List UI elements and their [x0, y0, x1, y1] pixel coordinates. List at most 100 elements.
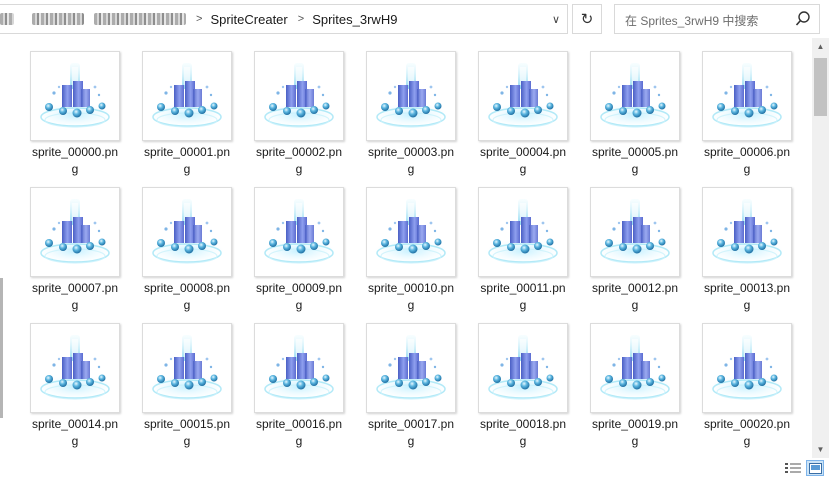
- file-name: sprite_00008.pn g: [136, 280, 238, 314]
- large-icons-view-icon[interactable]: [806, 460, 824, 476]
- file-name-line: g: [407, 298, 415, 312]
- file-name: sprite_00014.pn g: [24, 416, 126, 450]
- redacted-path-segment: [0, 13, 14, 25]
- file-name-line: sprite_00020.pn: [703, 417, 791, 431]
- details-view-icon[interactable]: [784, 460, 802, 476]
- refresh-icon[interactable]: ↻: [572, 4, 602, 34]
- chevron-down-icon[interactable]: ∨: [544, 4, 568, 34]
- file-thumbnail[interactable]: [30, 187, 120, 277]
- file-item[interactable]: sprite_00004.pn g: [472, 47, 584, 183]
- file-item[interactable]: sprite_00017.pn g: [360, 319, 472, 455]
- file-item[interactable]: sprite_00013.png: [696, 183, 808, 319]
- file-name-line: g: [71, 434, 79, 448]
- redacted-path-segment: [94, 13, 186, 25]
- file-name-line: g: [407, 162, 415, 176]
- file-name: sprite_00006.pn g: [696, 144, 798, 178]
- file-name: sprite_00019.pn g: [584, 416, 686, 450]
- file-name-line: sprite_00005.pn: [591, 145, 679, 159]
- file-thumbnail[interactable]: [142, 323, 232, 413]
- file-name: sprite_00002.pn g: [248, 144, 350, 178]
- file-thumbnail[interactable]: [366, 187, 456, 277]
- file-name: sprite_00003.png: [360, 144, 462, 178]
- file-item[interactable]: sprite_00005.png: [584, 47, 696, 183]
- file-thumbnail[interactable]: [142, 187, 232, 277]
- file-thumbnail[interactable]: [590, 323, 680, 413]
- file-thumbnail[interactable]: [366, 323, 456, 413]
- file-name-line: g: [295, 298, 303, 312]
- file-thumbnail[interactable]: [254, 51, 344, 141]
- breadcrumb-separator-icon: >: [196, 13, 203, 25]
- file-name: sprite_00013.png: [696, 280, 798, 314]
- file-item[interactable]: sprite_00003.png: [360, 47, 472, 183]
- file-grid: sprite_00000.pn g sprite_00001.pn g spri…: [24, 47, 808, 455]
- file-item[interactable]: sprite_00002.pn g: [248, 47, 360, 183]
- file-thumbnail[interactable]: [254, 187, 344, 277]
- file-thumbnail[interactable]: [590, 187, 680, 277]
- file-name-line: g: [743, 434, 751, 448]
- search-icon[interactable]: [795, 10, 811, 28]
- search-input[interactable]: 在 Sprites_3rwH9 中搜索: [614, 4, 820, 34]
- file-name-line: g: [183, 298, 191, 312]
- file-name-line: sprite_00013.pn: [703, 281, 791, 295]
- file-name: sprite_00004.pn g: [472, 144, 574, 178]
- file-thumbnail[interactable]: [30, 51, 120, 141]
- file-name-line: sprite_00007.pn: [31, 281, 119, 295]
- file-name-line: sprite_00012.pn: [591, 281, 679, 295]
- file-name: sprite_00017.pn g: [360, 416, 462, 450]
- file-name-line: sprite_00000.pn: [31, 145, 119, 159]
- file-thumbnail[interactable]: [478, 323, 568, 413]
- left-pane-edge: [0, 278, 3, 418]
- file-name-line: sprite_00003.pn: [367, 145, 455, 159]
- file-thumbnail[interactable]: [478, 187, 568, 277]
- file-thumbnail[interactable]: [702, 323, 792, 413]
- file-item[interactable]: sprite_00020.png: [696, 319, 808, 455]
- file-name: sprite_00018.pn g: [472, 416, 574, 450]
- file-item[interactable]: sprite_00018.pn g: [472, 319, 584, 455]
- file-thumbnail[interactable]: [478, 51, 568, 141]
- scrollbar-thumb[interactable]: [814, 58, 827, 116]
- file-name-line: sprite_00001.pn: [143, 145, 231, 159]
- file-thumbnail[interactable]: [142, 51, 232, 141]
- file-name-line: g: [743, 298, 751, 312]
- file-item[interactable]: sprite_00014.pn g: [24, 319, 136, 455]
- file-thumbnail[interactable]: [590, 51, 680, 141]
- file-thumbnail[interactable]: [702, 187, 792, 277]
- file-item[interactable]: sprite_00007.pn g: [24, 183, 136, 319]
- file-thumbnail[interactable]: [366, 51, 456, 141]
- file-name: sprite_00007.pn g: [24, 280, 126, 314]
- file-item[interactable]: sprite_00006.pn g: [696, 47, 808, 183]
- scroll-down-icon[interactable]: ▼: [812, 441, 829, 458]
- file-item[interactable]: sprite_00001.pn g: [136, 47, 248, 183]
- file-name-line: sprite_00004.pn: [479, 145, 567, 159]
- file-name-line: g: [631, 162, 639, 176]
- file-thumbnail[interactable]: [702, 51, 792, 141]
- file-view: sprite_00000.pn g sprite_00001.pn g spri…: [0, 38, 812, 458]
- file-item[interactable]: sprite_00000.pn g: [24, 47, 136, 183]
- scroll-up-icon[interactable]: ▲: [812, 38, 829, 55]
- breadcrumb[interactable]: > SpriteCreater > Sprites_3rwH9: [0, 4, 568, 34]
- breadcrumb-item-spritecreater[interactable]: SpriteCreater: [210, 12, 287, 27]
- file-item[interactable]: sprite_00015.png: [136, 319, 248, 455]
- file-name-line: sprite_00017.pn: [367, 417, 455, 431]
- file-name: sprite_00009.png: [248, 280, 350, 314]
- file-item[interactable]: sprite_00009.png: [248, 183, 360, 319]
- file-name: sprite_00012.pn g: [584, 280, 686, 314]
- file-thumbnail[interactable]: [254, 323, 344, 413]
- file-name-line: g: [183, 434, 191, 448]
- file-item[interactable]: sprite_00012.pn g: [584, 183, 696, 319]
- vertical-scrollbar[interactable]: ▲ ▼: [812, 38, 829, 458]
- file-item[interactable]: sprite_00010.png: [360, 183, 472, 319]
- file-item[interactable]: sprite_00011.pn g: [472, 183, 584, 319]
- file-name-line: sprite_00010.pn: [367, 281, 455, 295]
- breadcrumb-item-sprites-folder[interactable]: Sprites_3rwH9: [312, 12, 397, 27]
- file-name-line: sprite_00009.pn: [255, 281, 343, 295]
- file-name-line: g: [295, 434, 303, 448]
- file-name-line: sprite_00015.pn: [143, 417, 231, 431]
- file-name-line: sprite_00011.pn: [480, 281, 566, 295]
- file-item[interactable]: sprite_00019.pn g: [584, 319, 696, 455]
- file-item[interactable]: sprite_00008.pn g: [136, 183, 248, 319]
- file-name-line: sprite_00018.pn: [479, 417, 567, 431]
- file-thumbnail[interactable]: [30, 323, 120, 413]
- file-item[interactable]: sprite_00016.pn g: [248, 319, 360, 455]
- file-name-line: g: [295, 162, 303, 176]
